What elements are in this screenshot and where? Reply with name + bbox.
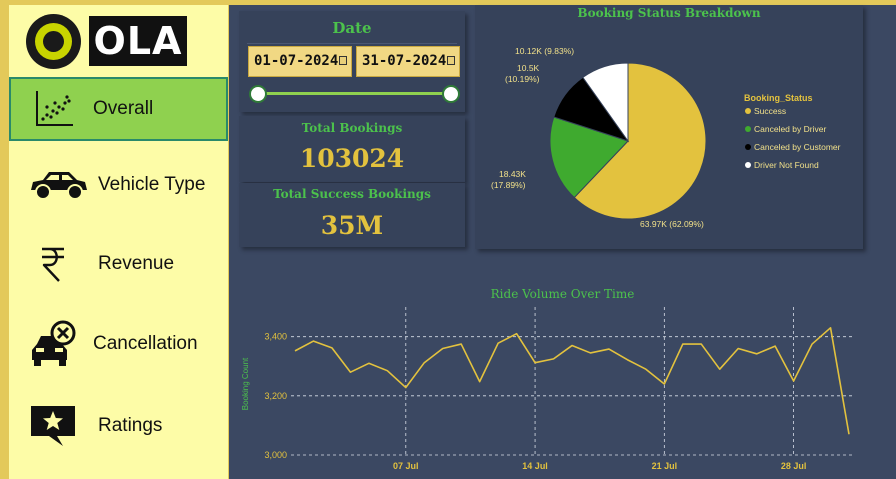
scatter-chart-icon xyxy=(36,91,73,126)
pie-data-label: 10.5K xyxy=(517,63,540,73)
nav-item-ratings[interactable]: Ratings xyxy=(9,396,228,456)
legend-title: Booking_Status xyxy=(744,93,813,103)
pie-data-label: (10.19%) xyxy=(505,74,540,84)
total-bookings-card: Total Bookings 103024 xyxy=(239,116,465,182)
calendar-icon[interactable] xyxy=(339,56,347,65)
dashboard-canvas: Date 01-07-2024 31-07-2024 Total Booking… xyxy=(229,5,896,479)
x-tick-label: 14 Jul xyxy=(522,461,548,471)
date-filter-card: Date 01-07-2024 31-07-2024 xyxy=(239,11,465,112)
ola-logo: OLA xyxy=(26,14,189,69)
car-cancel-icon xyxy=(32,320,76,366)
nav-item-vehicle-type[interactable]: Vehicle Type xyxy=(9,155,228,215)
total-bookings-label: Total Bookings xyxy=(301,121,403,135)
nav-label: Overall xyxy=(93,98,154,119)
logo-wordmark: OLA xyxy=(89,16,187,66)
booking-status-card: Booking Status Breakdown 63.97K (62.09%)… xyxy=(475,5,863,249)
date-range-start-handle[interactable] xyxy=(249,85,267,103)
total-success-card: Total Success Bookings 35M xyxy=(239,183,465,247)
pie-data-label: 63.97K (62.09%) xyxy=(640,219,704,229)
date-range-end-handle[interactable] xyxy=(442,85,460,103)
x-tick-label: 07 Jul xyxy=(393,461,419,471)
total-success-value: 35M xyxy=(320,211,384,240)
car-icon xyxy=(31,172,87,200)
sidebar: OLA Overall Vehicle Type Revenue Cancell… xyxy=(9,5,228,479)
line-chart: 3,000 3,200 3,400 07 Jul 14 Jul 21 Jul 28 Jul B… xyxy=(241,307,853,471)
ride-volume-series-line[interactable] xyxy=(294,326,850,435)
x-tick-label: 21 Jul xyxy=(652,461,678,471)
pie-data-label: 10.12K (9.83%) xyxy=(515,46,574,56)
nav-label: Cancellation xyxy=(93,333,198,354)
y-tick-label: 3,400 xyxy=(264,332,287,342)
y-tick-label: 3,000 xyxy=(264,450,287,460)
start-date-input[interactable]: 01-07-2024 xyxy=(248,46,352,77)
legend-marker xyxy=(745,126,751,132)
date-filter-title: Date xyxy=(332,19,372,37)
legend-marker xyxy=(745,144,751,150)
total-bookings-value: 103024 xyxy=(299,144,405,173)
rupee-icon xyxy=(42,247,64,282)
legend-marker xyxy=(745,162,751,168)
legend-item[interactable]: Driver Not Found xyxy=(754,160,819,170)
y-axis-label: Booking Count xyxy=(241,357,250,410)
nav-item-revenue[interactable]: Revenue xyxy=(9,234,228,294)
nav-item-cancellation[interactable]: Cancellation xyxy=(9,314,228,374)
pie-data-label: (17.89%) xyxy=(491,180,526,190)
total-success-label: Total Success Bookings xyxy=(273,187,431,201)
pie-chart: 63.97K (62.09%) 18.43K(17.89%) 10.5K(10.19… xyxy=(491,46,841,229)
legend-item[interactable]: Canceled by Customer xyxy=(754,142,841,152)
pie-data-label: 18.43K xyxy=(499,169,526,179)
nav-label: Revenue xyxy=(98,253,175,274)
y-tick-label: 3,200 xyxy=(264,391,287,401)
legend-marker xyxy=(745,108,751,114)
nav-label: Ratings xyxy=(98,415,163,436)
calendar-icon[interactable] xyxy=(447,56,455,65)
star-message-icon xyxy=(31,406,75,446)
nav-item-overall[interactable]: Overall xyxy=(9,77,228,141)
legend-item[interactable]: Success xyxy=(754,106,786,116)
nav-label: Vehicle Type xyxy=(98,174,206,195)
date-range-track[interactable] xyxy=(257,92,452,95)
legend-item[interactable]: Canceled by Driver xyxy=(754,124,826,134)
x-tick-label: 28 Jul xyxy=(781,461,807,471)
ride-volume-chart: Ride Volume Over Time 3,000 3,200 3,400 07 … xyxy=(229,283,896,479)
end-date-input[interactable]: 31-07-2024 xyxy=(356,46,460,77)
